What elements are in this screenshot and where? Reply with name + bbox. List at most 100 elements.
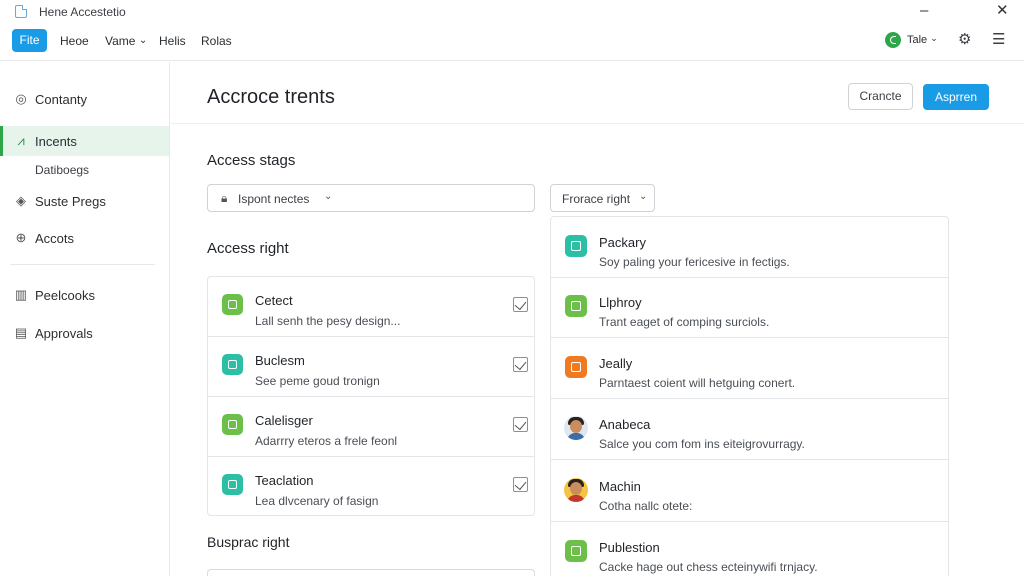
close-button[interactable]: ✕ <box>996 3 1009 19</box>
list-item[interactable]: Packary Soy paling your fericesive in fe… <box>551 217 948 278</box>
book-icon: ▥ <box>14 287 28 302</box>
sidebar-item-label: Suste Pregs <box>35 194 106 209</box>
sidebar-item-label: Peelcooks <box>35 288 95 303</box>
sidebar-item-label: Approvals <box>35 326 93 341</box>
menu-item-vame-label: Vame <box>105 34 136 48</box>
menu-item-vame[interactable]: Vame ⌄ <box>105 34 147 48</box>
app-icon <box>565 356 587 378</box>
list-item-title: Publestion <box>599 540 660 555</box>
list-item-title: Llphroy <box>599 295 642 310</box>
list-item-title: Calelisger <box>255 413 313 428</box>
account-icon: ⊕ <box>15 230 27 245</box>
sidebar-item-approvals[interactable]: ▤ Approvals <box>0 318 169 348</box>
title-bar: Hene Accestetio – ✕ <box>0 0 1024 24</box>
access-right-heading: Access right <box>207 240 289 257</box>
minimize-button[interactable]: – <box>920 3 928 19</box>
menu-item-rolas[interactable]: Rolas <box>201 34 232 48</box>
table-icon: ▤ <box>14 325 28 340</box>
app-document-icon <box>15 5 27 18</box>
lock-icon: 🔒︎ <box>221 191 228 205</box>
sidebar-item-label: Contanty <box>35 92 88 107</box>
list-item-title: Buclesm <box>255 353 305 368</box>
header-divider <box>171 123 1024 124</box>
menu-item-heoe[interactable]: Heoe <box>60 34 89 48</box>
app-icon <box>222 354 243 375</box>
settings-icon[interactable]: ⚙ <box>958 30 971 48</box>
cancel-button[interactable]: Crancte <box>848 83 913 110</box>
list-item-description: Cotha nallc otete: <box>599 499 693 513</box>
list-item-description: Parntaest coient will hetguing conert. <box>599 376 796 390</box>
chart-icon: ⩘ <box>17 133 25 148</box>
sidebar-item-label: Accots <box>35 231 75 246</box>
checkbox[interactable] <box>513 357 528 372</box>
sidebar-item-incents[interactable]: ⩘ Incents <box>0 126 169 156</box>
list-item[interactable]: Cetect Lall senh the pesy design... <box>208 277 534 337</box>
list-item[interactable]: Buclesm See peme goud tronign <box>208 337 534 397</box>
list-item-description: Soy paling your fericesive in fectigs. <box>599 255 790 269</box>
sidebar-item-suste-pregs[interactable]: ◈ Suste Pregs <box>0 186 169 216</box>
app-icon <box>565 540 587 562</box>
checkbox[interactable] <box>513 477 528 492</box>
app-icon <box>222 294 243 315</box>
list-item-title: Anabeca <box>599 417 651 432</box>
busprac-right-heading: Busprac right <box>207 534 290 550</box>
user-dropdown[interactable]: Tale ⌄ <box>907 33 938 46</box>
access-stags-heading: Access stags <box>207 152 296 169</box>
avatar-face <box>570 420 582 433</box>
avatar-body <box>567 495 585 502</box>
access-right-list: Cetect Lall senh the pesy design... Bucl… <box>207 276 535 516</box>
checkbox[interactable] <box>513 417 528 432</box>
list-item[interactable]: Anabeca Salce you com fom ins eiteigrovu… <box>551 399 948 460</box>
list-item[interactable]: Jeally Parntaest coient will hetguing co… <box>551 338 948 399</box>
list-item-description: Lall senh the pesy design... <box>255 314 401 328</box>
avatar-body <box>567 433 585 440</box>
app-icon <box>565 295 587 317</box>
list-item-title: Jeally <box>599 356 633 371</box>
menu-item-helis[interactable]: Helis <box>159 34 186 48</box>
list-item-title: Packary <box>599 235 646 250</box>
sidebar-item-contanty[interactable]: ◎ Contanty <box>0 84 169 114</box>
avatar-face <box>570 482 582 495</box>
list-item-title: Cetect <box>255 293 293 308</box>
app-icon <box>222 474 243 495</box>
window-title: Hene Accestetio <box>39 5 126 19</box>
user-dropdown-label: Tale <box>907 34 928 46</box>
permissions-select-value: Ispont nectes <box>238 192 310 206</box>
list-item[interactable]: Machin Cotha nallc otete: <box>551 461 948 522</box>
status-online-icon <box>885 32 901 48</box>
list-item[interactable]: Llphroy Trant eaget of comping surciols. <box>551 277 948 338</box>
diamond-icon: ◈ <box>16 193 26 208</box>
app-icon <box>565 235 587 257</box>
sidebar-subitem-datiboegs[interactable]: Datiboegs <box>35 163 89 177</box>
menu-bar: Fite Heoe Vame ⌄ Helis Rolas <box>0 24 1024 61</box>
list-item[interactable]: Calelisger Adarrry eteros a frele feonl <box>208 397 534 457</box>
busprac-right-field[interactable] <box>207 569 535 576</box>
frorace-right-select-value: Frorace right <box>562 192 631 206</box>
list-item-description: Trant eaget of comping surciols. <box>599 315 770 329</box>
sidebar-divider <box>10 264 155 265</box>
list-item-description: Salce you com fom ins eiteigrovurragy. <box>599 437 805 451</box>
sidebar-item-label: Incents <box>35 134 77 149</box>
page-title: Accroce trents <box>207 86 335 108</box>
avatar <box>564 478 588 502</box>
sidebar-item-accots[interactable]: ⊕ Accots <box>0 223 169 253</box>
chevron-down-icon: ⌄ <box>639 191 648 202</box>
sidebar-item-peelcooks[interactable]: ▥ Peelcooks <box>0 280 169 310</box>
checkbox[interactable] <box>513 297 528 312</box>
contact-icon: ◎ <box>15 91 27 106</box>
list-item-description: Lea dlvcenary of fasign <box>255 494 379 508</box>
list-item-title: Teaclation <box>255 473 314 488</box>
approve-button[interactable]: Asprren <box>923 84 989 110</box>
frorace-right-list: Packary Soy paling your fericesive in fe… <box>550 216 949 576</box>
chevron-down-icon: ⌄ <box>324 191 333 202</box>
list-item-title: Machin <box>599 479 641 494</box>
list-item[interactable]: Teaclation Lea dlvcenary of fasign <box>208 457 534 517</box>
file-menu-button[interactable]: Fite <box>12 29 47 52</box>
list-item[interactable]: Publestion Cacke hage out chess ecteinyw… <box>551 522 948 576</box>
frorace-right-select[interactable]: Frorace right ⌄ <box>550 184 655 212</box>
hamburger-menu-icon[interactable]: ☰ <box>992 30 1005 48</box>
permissions-select[interactable]: 🔒︎ Ispont nectes ⌄ <box>207 184 535 212</box>
avatar <box>564 416 588 440</box>
chevron-down-icon: ⌄ <box>930 33 938 43</box>
chevron-down-icon: ⌄ <box>138 35 148 46</box>
